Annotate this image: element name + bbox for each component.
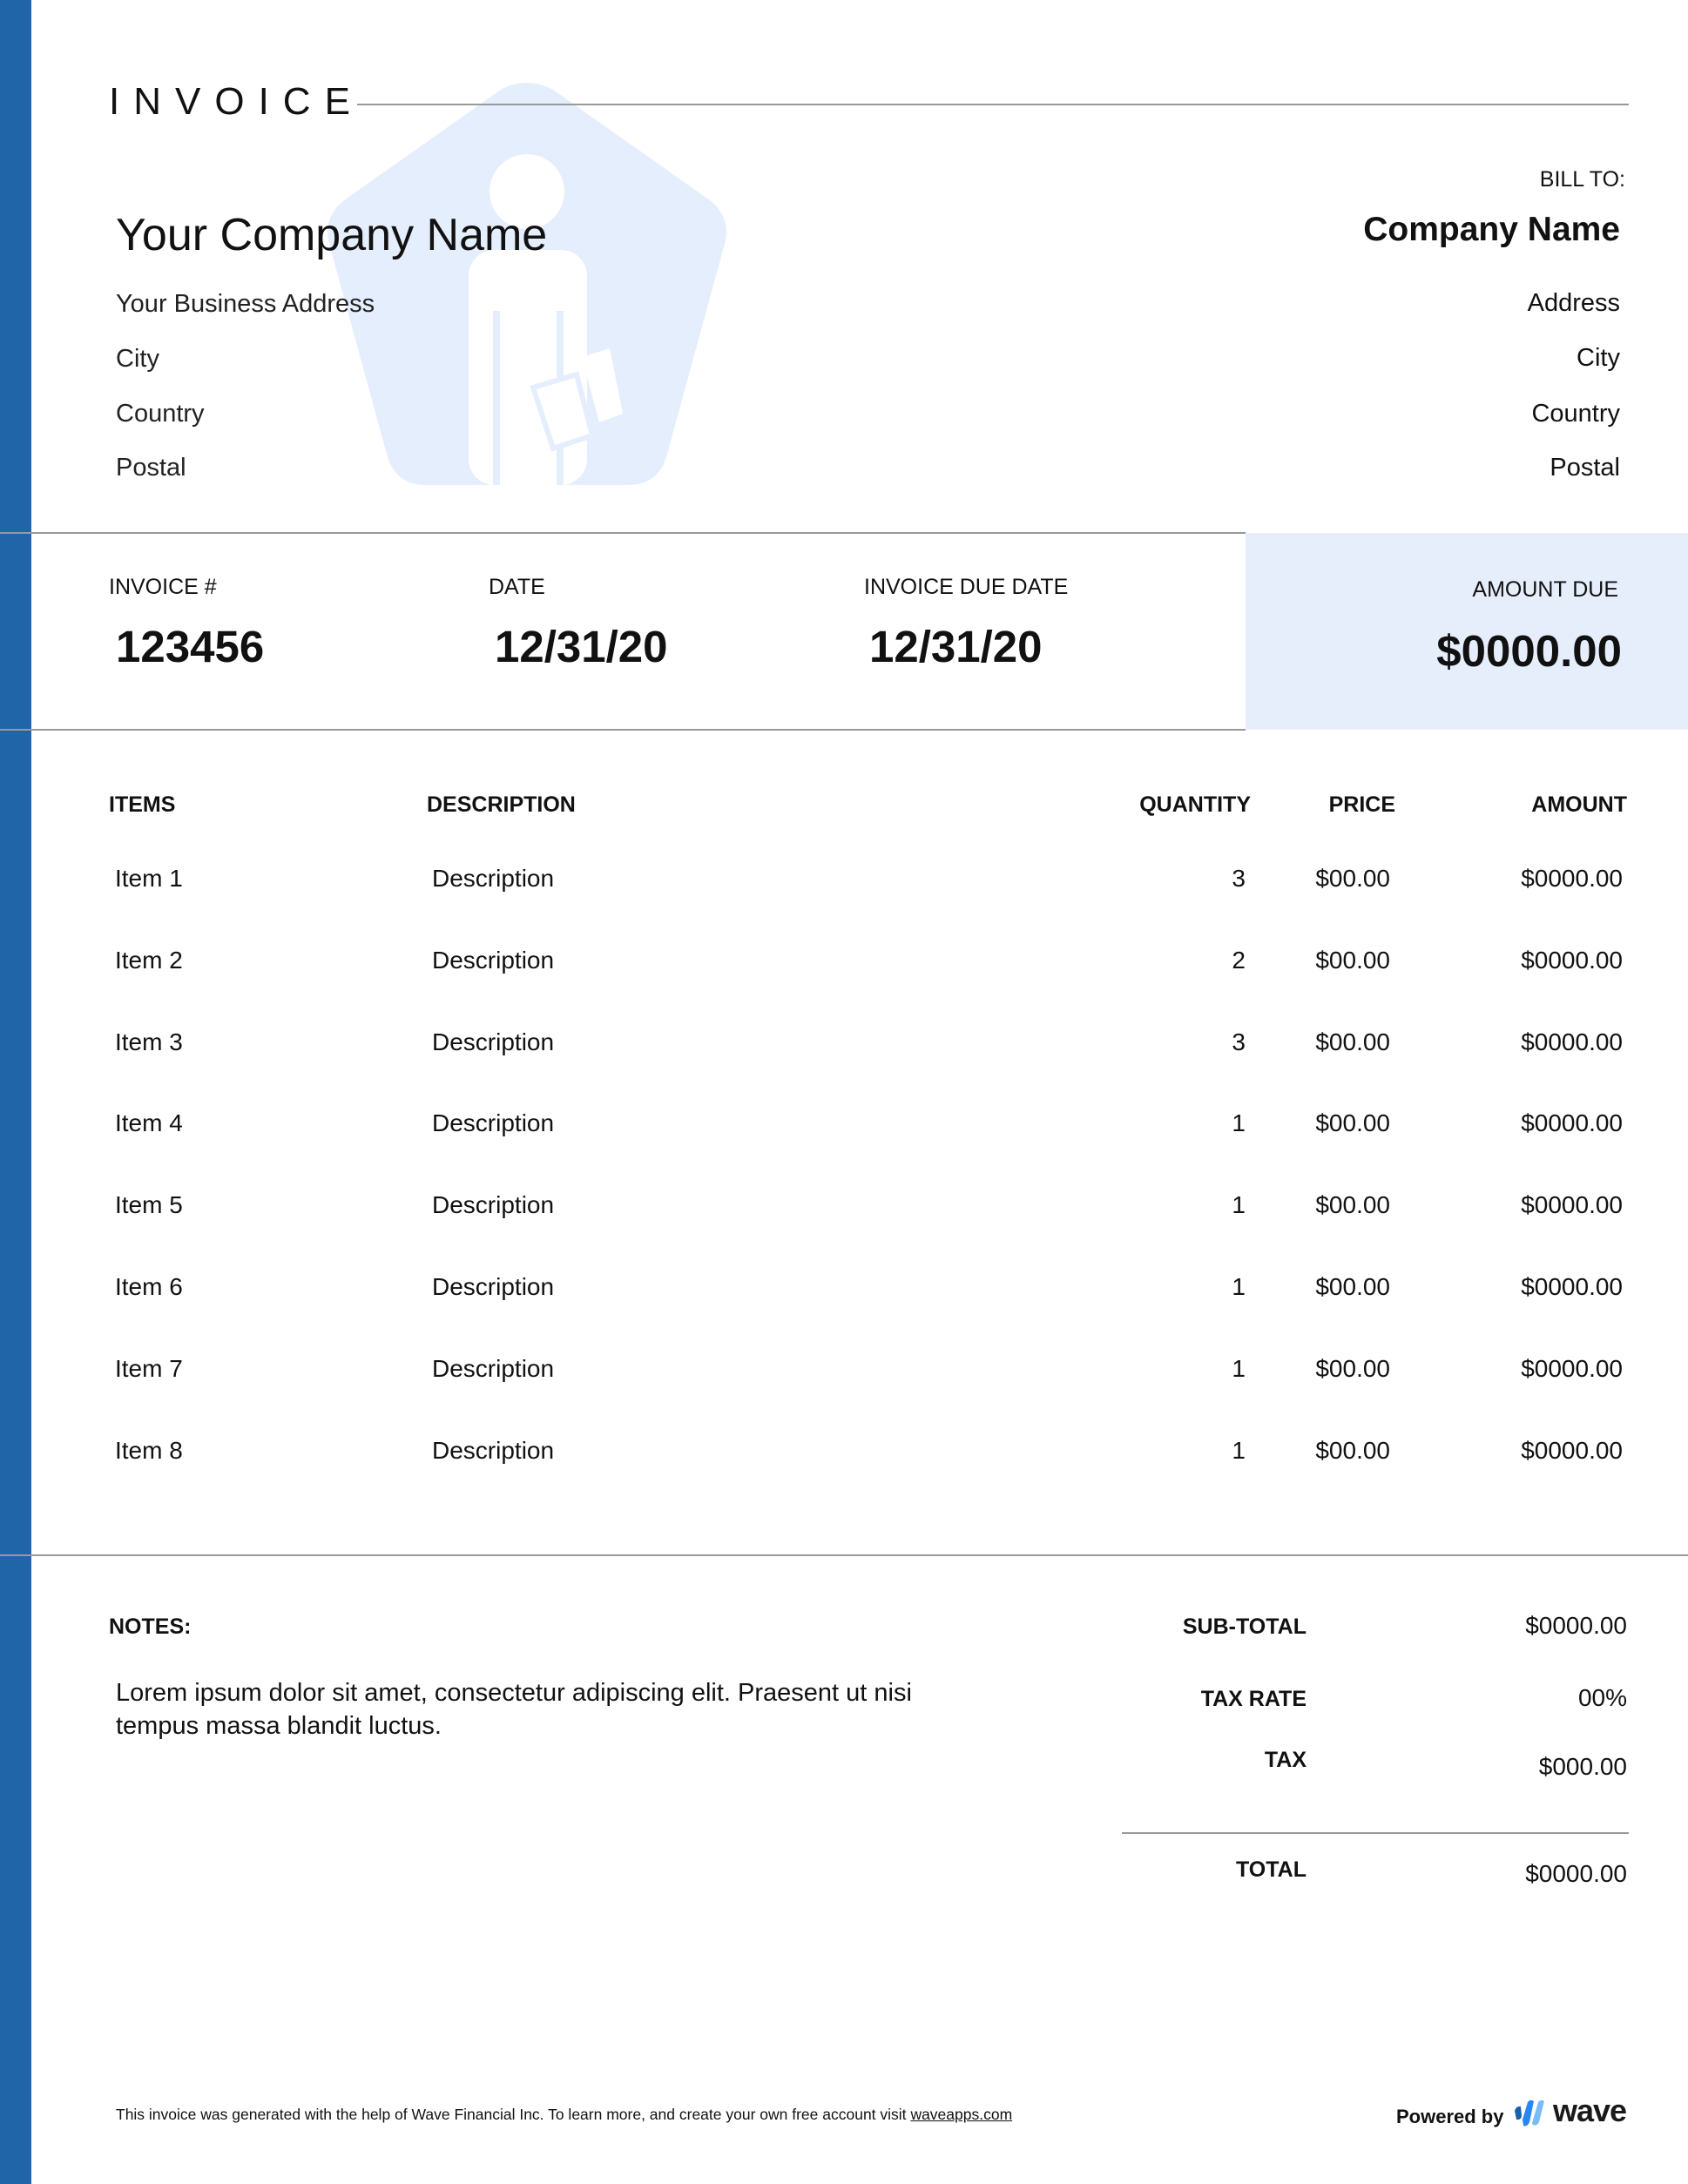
item-amount: $0000.00 [1521,1273,1623,1300]
item-price: $00.00 [1315,1437,1390,1464]
item-name: Item 6 [115,1273,183,1300]
column-header-price: PRICE [1328,792,1395,817]
item-quantity: 3 [1232,1028,1246,1055]
item-amount: $0000.00 [1521,1109,1623,1136]
totals-divider [1122,1832,1629,1834]
item-description: Description [432,1437,555,1464]
subtotal-value: $0000.00 [1525,1612,1627,1639]
total-value: $0000.00 [1525,1860,1627,1887]
item-amount: $0000.00 [1521,865,1623,892]
item-name: Item 5 [115,1191,183,1218]
item-quantity: 3 [1232,865,1246,892]
item-price: $00.00 [1315,1355,1390,1382]
bill-to-company-name: Company Name [1363,211,1620,248]
item-name: Item 8 [115,1437,183,1464]
item-amount: $0000.00 [1521,1028,1623,1055]
item-description: Description [432,1273,555,1300]
item-quantity: 1 [1232,1109,1246,1136]
item-price: $00.00 [1315,1191,1390,1218]
item-name: Item 4 [115,1109,183,1136]
tax-label: TAX [1264,1748,1307,1772]
table-bottom-divider [0,1554,1688,1556]
document-title: INVOICE [109,80,364,123]
amount-due: $0000.00 [1436,626,1622,676]
waveapps-link[interactable]: waveapps.com [910,2106,1012,2123]
due-date-label: INVOICE DUE DATE [864,575,1069,599]
item-name: Item 3 [115,1028,183,1055]
person-document-watermark-icon [327,83,726,485]
sender-address: Your Business Address [116,290,375,318]
item-quantity: 1 [1232,1355,1246,1382]
footer-text: This invoice was generated with the help… [116,2106,907,2123]
notes-label: NOTES: [109,1614,192,1639]
item-amount: $0000.00 [1521,1355,1623,1382]
tax-value: $000.00 [1538,1753,1627,1780]
sender-country: Country [116,400,205,428]
bill-to-country: Country [1531,400,1620,428]
bill-to-label: BILL TO: [1539,167,1625,192]
date-label: DATE [489,575,545,599]
item-price: $00.00 [1315,1273,1390,1300]
item-description: Description [432,865,555,892]
item-quantity: 2 [1232,947,1246,974]
item-quantity: 1 [1232,1437,1246,1464]
invoice-number: 123456 [116,622,265,671]
item-description: Description [432,947,555,974]
item-amount: $0000.00 [1521,947,1623,974]
bill-to-city: City [1577,344,1620,372]
item-description: Description [432,1028,555,1055]
item-name: Item 2 [115,947,183,974]
item-description: Description [432,1109,555,1136]
item-price: $00.00 [1315,1028,1390,1055]
item-quantity: 1 [1232,1273,1246,1300]
invoice-number-label: INVOICE # [109,575,217,599]
wave-logo-icon [1515,2100,1544,2127]
column-header-quantity: QUANTITY [1139,792,1251,817]
powered-by-label: Powered by [1396,2106,1504,2127]
item-price: $00.00 [1315,865,1390,892]
item-description: Description [432,1355,555,1382]
tax-rate-label: TAX RATE [1200,1687,1307,1711]
item-price: $00.00 [1315,1109,1390,1136]
summary-bottom-divider [0,729,1246,731]
summary-top-divider [0,532,1246,534]
item-quantity: 1 [1232,1191,1246,1218]
item-amount: $0000.00 [1521,1191,1623,1218]
sender-city: City [116,345,159,373]
column-header-amount: AMOUNT [1531,792,1627,817]
title-divider [357,104,1629,105]
column-header-description: DESCRIPTION [427,792,576,817]
invoice-date: 12/31/20 [495,622,668,671]
item-price: $00.00 [1315,947,1390,974]
notes-text: Lorem ipsum dolor sit amet, consectetur … [116,1679,912,1740]
tax-rate-value: 00% [1577,1684,1627,1711]
due-date: 12/31/20 [869,622,1043,671]
item-name: Item 1 [115,865,183,892]
bill-to-address: Address [1527,289,1620,317]
wave-wordmark: wave [1553,2093,1627,2128]
bill-to-postal: Postal [1550,454,1620,482]
subtotal-label: SUB-TOTAL [1182,1614,1307,1639]
total-label: TOTAL [1235,1857,1307,1882]
sender-company-name: Your Company Name [116,210,548,260]
sender-postal: Postal [116,454,186,482]
item-amount: $0000.00 [1521,1437,1623,1464]
item-description: Description [432,1191,555,1218]
amount-due-label: AMOUNT DUE [1472,577,1618,602]
column-header-items: ITEMS [109,792,176,817]
footer-disclaimer: This invoice was generated with the help… [116,2106,1012,2124]
item-name: Item 7 [115,1355,183,1382]
brand-stripe [0,0,31,2184]
